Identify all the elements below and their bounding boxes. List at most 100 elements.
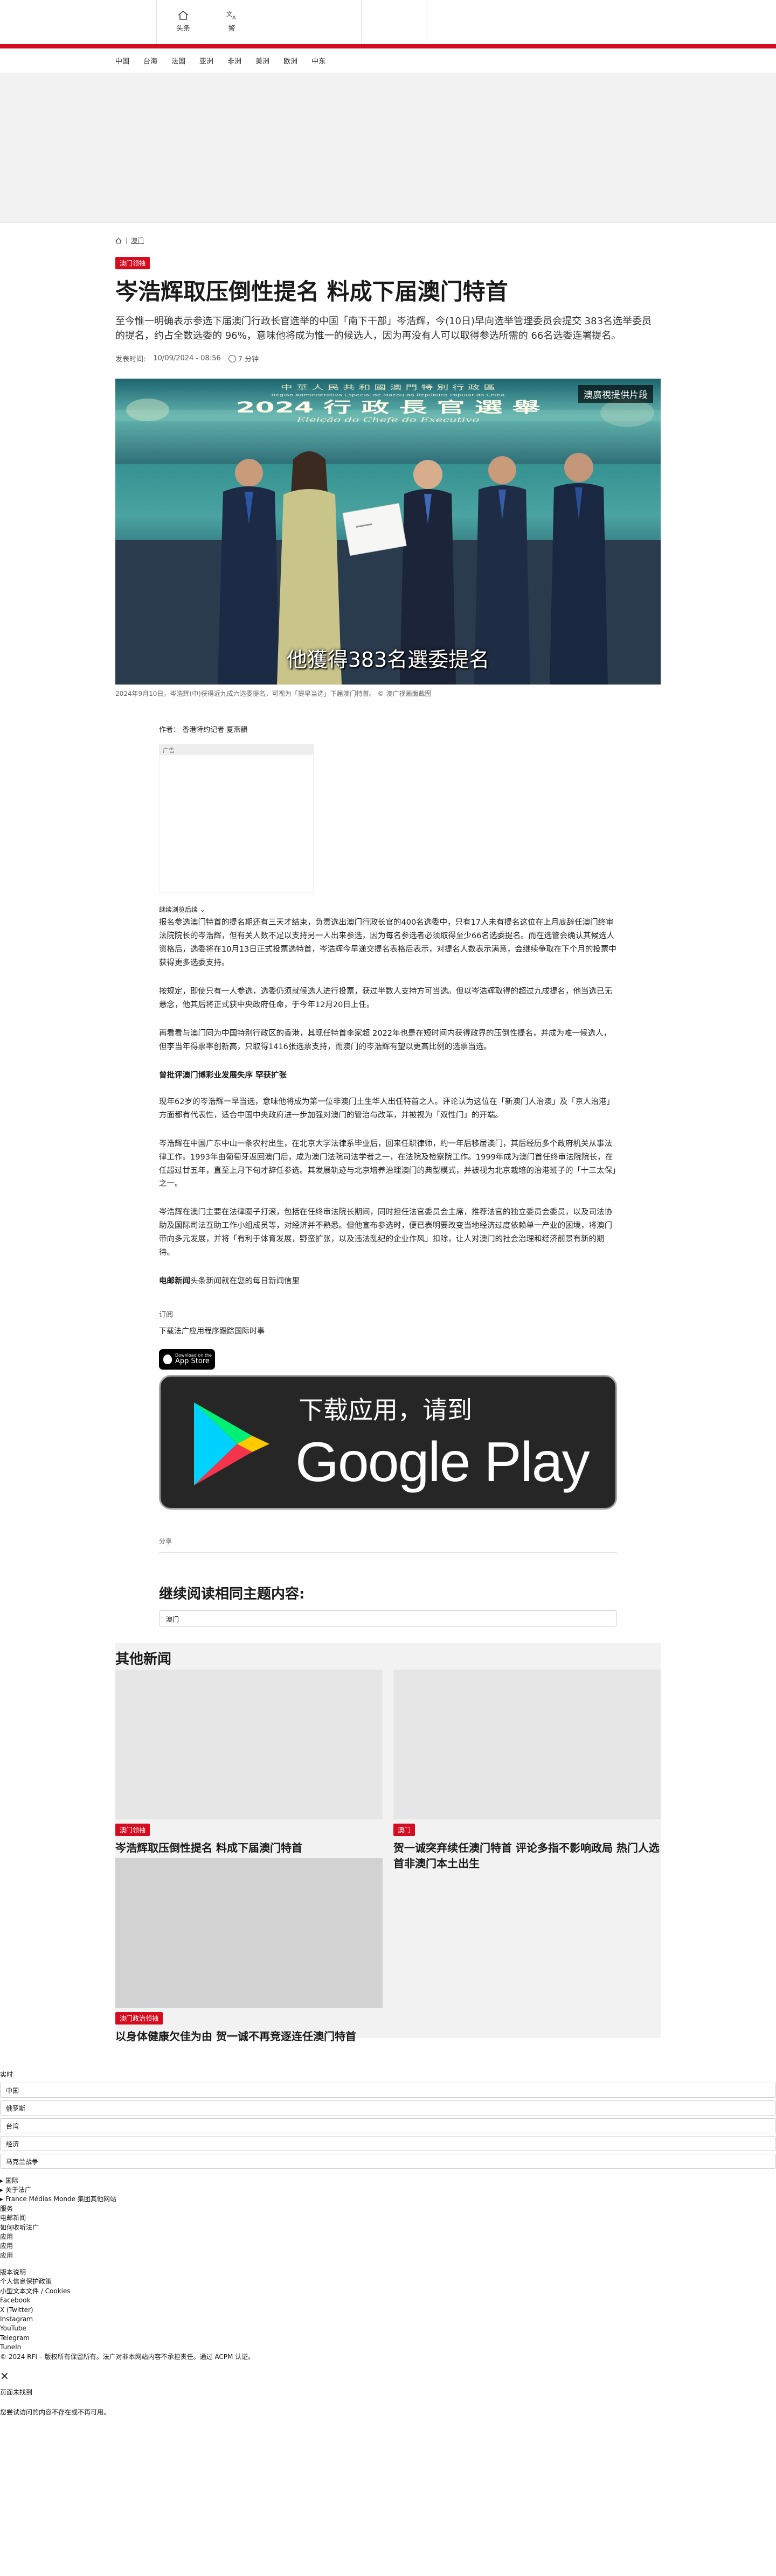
footer-link[interactable]: 应用 (0, 2251, 776, 2260)
copyright: © 2024 RFI – 版权所有保留所有。法广对非本网站内容不承担责任。通过 … (0, 2352, 255, 2361)
article-photo: 中 華 人 民 共 和 國 澳 門 特 別 行 政 區 Região Admin… (115, 379, 661, 685)
footer-link[interactable]: 应用 (0, 2232, 776, 2242)
share-bar[interactable]: 分享 (159, 1537, 617, 1553)
footer-link[interactable]: Instagram (0, 2315, 776, 2324)
home-icon (178, 10, 189, 20)
breadcrumb-section[interactable]: 澳门 (131, 236, 144, 245)
newsletter-bold: 电邮新闻 (159, 1277, 190, 1286)
nav-item[interactable]: 中东 (311, 55, 325, 66)
footer-link[interactable]: 如何收听法广 (0, 2223, 776, 2232)
news-thumbnail (393, 1670, 661, 1820)
footer-link[interactable]: YouTube (0, 2324, 776, 2333)
nav-item[interactable]: 非洲 (227, 55, 241, 66)
footer-tag[interactable]: 马克兰战争 (0, 2153, 776, 2169)
footer-tag[interactable]: 台湾 (0, 2118, 776, 2133)
chevron-down-icon: ⌄ (199, 906, 205, 914)
footer-tag[interactable]: 经济 (0, 2135, 776, 2151)
newsletter-text: 头条新闻就在您的每日新闻信里 (190, 1277, 300, 1286)
footer-link[interactable]: ▸ 国际 (0, 2176, 776, 2186)
nav-item[interactable]: 中国 (115, 55, 129, 66)
not-found-desc: 您尝试访问的内容不存在或不再可用。 (0, 2409, 110, 2417)
ad-label: 广告 (160, 744, 313, 756)
article-body: 作者： 香港特约记者 夏燕韻 广告 继续浏览后续 ⌄ 报名参选澳门特首的提名期还… (159, 724, 617, 1627)
footer-link[interactable]: X (Twitter) (0, 2306, 776, 2315)
footer-link[interactable]: ▸ France Médias Monde 集团其他网站 (0, 2195, 776, 2204)
footer-link[interactable]: Facebook (0, 2296, 776, 2305)
news-tag: 澳门领袖 (115, 1824, 150, 1837)
footer-links: ▸ 国际 ▸ 关于法广 ▸ France Médias Monde 集团其他网站… (0, 2176, 776, 2362)
news-card[interactable]: 澳门领袖 岑浩辉取压倒性提名 料成下届澳门特首 (115, 1670, 383, 1856)
footer-link[interactable]: ▸ 关于法广 (0, 2186, 776, 2195)
divider (126, 237, 127, 244)
svg-text:文: 文 (226, 10, 232, 18)
nav-item[interactable]: 法国 (171, 55, 185, 66)
footer-link[interactable]: 应用 (0, 2242, 776, 2251)
footer-link-text: France Médias Monde 集团其他网站 (5, 2195, 116, 2203)
continue-label: 继续浏览后续 (159, 906, 198, 914)
breadcrumb: 澳门 (115, 236, 661, 245)
google-play-icon (194, 1402, 269, 1486)
article-lead: 至今惟一明确表示参选下届澳门行政长官选举的中国「南下干部」岑浩辉，今(10日)早… (115, 315, 652, 342)
download-text: 下载法广应用程序跟踪国际时事 (159, 1327, 265, 1336)
other-news: 其他新闻 澳门领袖 岑浩辉取压倒性提名 料成下届澳门特首 澳门 贺一诚突弃续任澳… (115, 1643, 661, 2043)
footer-link[interactable]: 个人信息保护政策 (0, 2277, 776, 2286)
news-card[interactable]: 澳门政治领袖 以身体健康欠佳为由 贺一诚不再竞逐连任澳门特首 (115, 1858, 383, 2044)
footer-realtime[interactable]: 实时 (0, 2070, 776, 2079)
news-title: 贺一诚突弃续任澳门特首 评论多指不影响政局 热门人选首非澳门本土出生 (393, 1841, 660, 1870)
photo-caption: 2024年9月10日，岑浩辉(中)获得近九成六选委提名，可视为「提早当选」下届澳… (115, 690, 432, 698)
nav-item[interactable]: 台海 (143, 55, 157, 66)
divider (156, 0, 157, 44)
article-meta: 发表时间: 10/09/2024 - 08:56 7 分钟 (115, 353, 661, 364)
nav-item[interactable]: 美洲 (255, 55, 269, 66)
article-tag[interactable]: 澳门领袖 (115, 257, 150, 269)
author: 作者： 香港特约记者 夏燕韻 (159, 726, 248, 735)
footer-link[interactable]: 小型文本文件 / Cookies (0, 2287, 776, 2296)
footer-tag[interactable]: 俄罗斯 (0, 2100, 776, 2116)
published-label: 发表时间: (115, 355, 146, 364)
app-store-button[interactable]: Download on the App Store (159, 1349, 215, 1370)
paragraph: 现年62岁的岑浩辉一早当选，意味他将成为第一位非澳门土生华人出任特首之人。评论认… (159, 1097, 614, 1120)
related-tag[interactable]: 澳门 (159, 1610, 617, 1627)
footer-link[interactable]: 服务 (0, 2204, 776, 2214)
divider (361, 0, 362, 44)
subheading: 曾批评澳门博彩业发展失序 罕获扩张 (159, 1071, 287, 1080)
clock-icon (228, 355, 236, 363)
section-nav: 中国 台海 法国 亚洲 非洲 美洲 欧洲 中东 (0, 48, 776, 73)
footer-link[interactable]: Telegram (0, 2334, 776, 2343)
other-news-title: 其他新闻 (115, 1651, 172, 1668)
subscribe-link[interactable]: 订阅 (159, 1309, 617, 1319)
news-thumbnail (115, 1670, 383, 1820)
nav-item[interactable]: 亚洲 (199, 55, 213, 66)
photo-subtitle: 他獲得383名選委提名 (286, 648, 490, 672)
gplay-line2: Google Play (295, 1431, 590, 1494)
article-header: 澳门 澳门领袖 岑浩辉取压倒性提名 料成下届澳门特首 至今惟一明确表示参选下届澳… (115, 236, 661, 698)
home-icon[interactable] (115, 238, 122, 244)
ad-slot: 广告 (159, 744, 314, 893)
language-button[interactable]: 文A 警 (216, 10, 248, 33)
translate-icon: 文A (226, 10, 236, 20)
paragraph: 报名参选澳门特首的提名期还有三天才结束，负责选出澳门行政长官的400名选委中，只… (159, 918, 616, 968)
appstore-big: App Store (175, 1357, 210, 1366)
appstore-small: Download on the (175, 1352, 212, 1358)
read-time: 7 分钟 (228, 353, 259, 364)
svg-text:A: A (232, 15, 236, 20)
continue-reading[interactable]: 继续浏览后续 ⌄ (159, 905, 617, 914)
related-title: 继续阅读相同主题内容: (159, 1586, 305, 1603)
close-icon[interactable]: × (0, 2368, 776, 2384)
language-label: 警 (228, 25, 235, 33)
google-play-banner[interactable]: 下载应用，请到 Google Play (159, 1375, 617, 1510)
news-tag: 澳门政治领袖 (115, 2012, 163, 2025)
people-illustration (115, 451, 661, 685)
footer-tag[interactable]: 中国 (0, 2082, 776, 2098)
nav-item[interactable]: 欧洲 (283, 55, 297, 66)
footer-link[interactable]: 版本说明 (0, 2268, 776, 2277)
news-title: 岑浩辉取压倒性提名 料成下届澳门特首 (115, 1841, 302, 1855)
news-tag: 澳门 (393, 1824, 415, 1837)
article-title: 岑浩辉取压倒性提名 料成下届澳门特首 (115, 278, 508, 305)
footer-link[interactable]: TuneIn (0, 2343, 776, 2352)
gplay-line1: 下载应用，请到 (299, 1395, 472, 1425)
read-time-text: 7 分钟 (238, 355, 259, 364)
news-card[interactable]: 澳门 贺一诚突弃续任澳门特首 评论多指不影响政局 热门人选首非澳门本土出生 (393, 1670, 661, 1872)
footer-link[interactable]: 电邮新闻 (0, 2214, 776, 2223)
home-button[interactable]: 头条 (167, 10, 199, 33)
